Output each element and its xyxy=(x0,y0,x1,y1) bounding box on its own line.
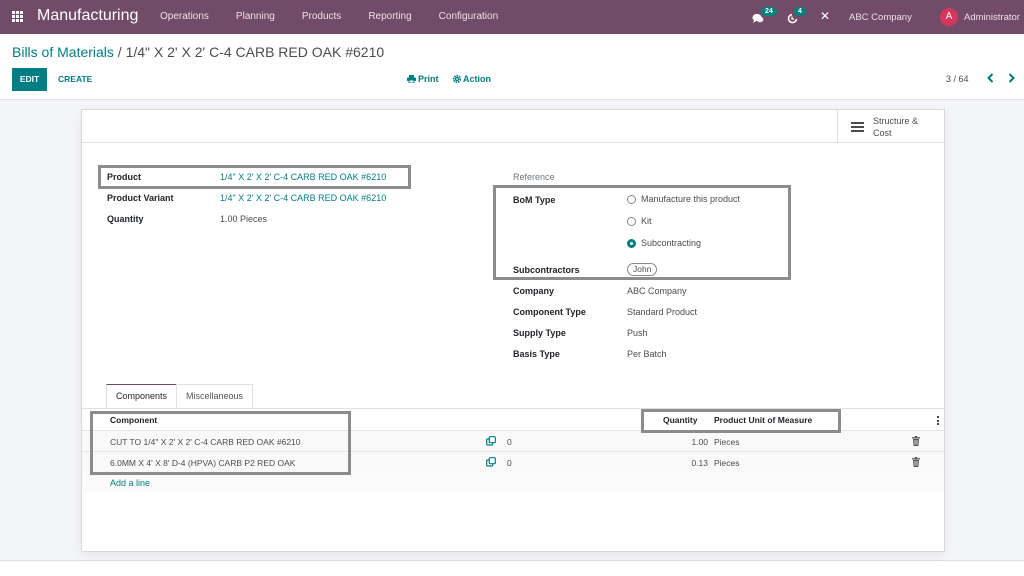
add-a-line-link[interactable]: Add a line xyxy=(110,478,150,488)
breadcrumb-current: 1/4" X 2' X 2' C-4 CARB RED OAK #6210 xyxy=(125,44,385,60)
menu-reporting[interactable]: Reporting xyxy=(368,11,411,22)
clone-icon[interactable] xyxy=(486,457,496,467)
tab-miscellaneous[interactable]: Miscellaneous xyxy=(176,384,254,408)
subcontractor-tag-john[interactable]: John xyxy=(627,263,658,276)
component-type-value: Standard Product xyxy=(627,307,698,317)
radio-circle-checked xyxy=(627,238,636,248)
breadcrumb-separator: / xyxy=(113,44,126,60)
print-label: Print xyxy=(418,74,439,84)
structure-cost-button[interactable]: Structure & Cost xyxy=(837,110,945,143)
apps-menu-icon[interactable] xyxy=(12,11,24,22)
control-panel: Bills of Materials / 1/4" X 2' X 2' C-4 … xyxy=(0,34,1024,100)
radio-subcontracting[interactable]: Subcontracting xyxy=(627,238,701,248)
quantity-unit: Pieces xyxy=(240,214,268,224)
quantity-label: Quantity xyxy=(107,214,144,224)
optional-columns-icon[interactable] xyxy=(937,416,939,425)
component-type-label: Component Type xyxy=(513,307,586,317)
trash-icon[interactable] xyxy=(912,436,920,446)
uom-cell[interactable]: Pieces xyxy=(714,437,740,447)
quantity-cell[interactable]: 0.13 xyxy=(678,458,708,468)
print-button[interactable]: Print xyxy=(407,74,439,84)
chevron-right-icon xyxy=(1008,73,1015,83)
uom-cell[interactable]: Pieces xyxy=(714,458,740,468)
top-navbar: Manufacturing Operations Planning Produc… xyxy=(0,0,1024,34)
radio-manufacture-this-product[interactable]: Manufacture this product xyxy=(627,194,740,204)
add-line-row xyxy=(82,472,944,492)
menu-configuration[interactable]: Configuration xyxy=(439,11,498,22)
product-label: Product xyxy=(107,172,142,182)
action-button[interactable]: Action xyxy=(452,74,491,84)
action-label: Action xyxy=(463,74,491,84)
pager-value[interactable]: 3 / 64 xyxy=(946,74,969,84)
menu-products[interactable]: Products xyxy=(302,11,341,22)
chat-count-badge: 24 xyxy=(761,7,777,16)
supply-type-value: Push xyxy=(627,328,648,338)
menu-planning[interactable]: Planning xyxy=(236,11,275,22)
user-avatar[interactable]: A xyxy=(940,8,958,26)
edit-button[interactable]: EDIT xyxy=(12,68,47,91)
radio-label: Kit xyxy=(641,216,652,226)
product-value-link[interactable]: 1/4" X 2' X 2' C-4 CARB RED OAK #6210 xyxy=(220,172,386,182)
reference-label: Reference xyxy=(513,172,555,182)
bom-type-label: BoM Type xyxy=(513,195,556,205)
basis-type-label: Basis Type xyxy=(513,349,560,359)
quantity-cell[interactable]: 1.00 xyxy=(678,437,708,447)
menu-operations[interactable]: Operations xyxy=(160,11,209,22)
gear-icon xyxy=(452,74,462,84)
company-value: ABC Company xyxy=(627,286,687,296)
breadcrumb: Bills of Materials / 1/4" X 2' X 2' C-4 … xyxy=(12,44,384,60)
pager-previous-button[interactable] xyxy=(987,72,994,86)
clone-icon[interactable] xyxy=(486,436,496,446)
tab-components[interactable]: Components xyxy=(106,384,178,408)
count-cell: 0 xyxy=(507,437,512,447)
form-sheet: Structure & Cost Product 1/4" X 2' X 2' … xyxy=(81,109,945,552)
supply-type-label: Supply Type xyxy=(513,328,566,338)
subcontractors-label: Subcontractors xyxy=(513,265,580,275)
radio-label: Subcontracting xyxy=(641,238,702,248)
chevron-left-icon xyxy=(987,73,994,83)
smart-button-box: Structure & Cost xyxy=(82,110,944,143)
print-icon xyxy=(407,75,416,84)
highlight-box-quantity-uom xyxy=(641,409,841,433)
company-label: Company xyxy=(513,286,555,296)
radio-kit[interactable]: Kit xyxy=(627,216,652,226)
bars-icon xyxy=(851,122,864,132)
highlight-box-components xyxy=(90,411,351,475)
main-menu: Operations Planning Products Reporting C… xyxy=(160,11,525,22)
product-variant-value-link[interactable]: 1/4" X 2' X 2' C-4 CARB RED OAK #6210 xyxy=(220,193,386,203)
trash-icon[interactable] xyxy=(912,457,920,467)
radio-label: Manufacture this product xyxy=(641,194,741,204)
count-cell: 0 xyxy=(507,458,512,468)
quantity-value: 1.00 Pieces xyxy=(220,214,267,224)
pager-next-button[interactable] xyxy=(1008,72,1015,86)
form-view-background: Structure & Cost Product 1/4" X 2' X 2' … xyxy=(0,100,1024,561)
basis-type-value: Per Batch xyxy=(627,349,667,359)
notebook-tabs: Components Miscellaneous xyxy=(106,384,254,408)
breadcrumb-bills-of-materials[interactable]: Bills of Materials xyxy=(12,44,114,60)
radio-circle-unchecked xyxy=(627,216,636,226)
quantity-number: 1.00 xyxy=(220,214,238,224)
activity-count-badge: 4 xyxy=(794,7,806,16)
user-menu[interactable]: Administrator xyxy=(964,12,1020,23)
app-name[interactable]: Manufacturing xyxy=(37,7,138,25)
create-button[interactable]: CREATE xyxy=(58,74,92,84)
radio-circle-unchecked xyxy=(627,194,636,204)
structure-cost-label: Structure & Cost xyxy=(873,116,919,138)
product-variant-label: Product Variant xyxy=(107,193,174,203)
